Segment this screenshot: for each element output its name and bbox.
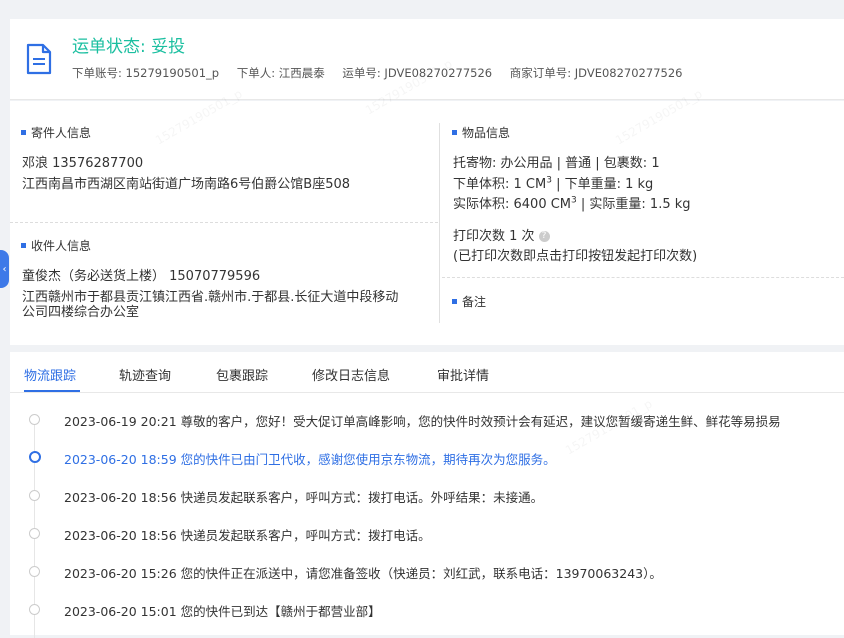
- waybill-number: 运单号: JDVE08270277526: [342, 66, 493, 80]
- waybill-header: 运单状态: 妥投 下单账号: 15279190501_p 下单人: 江西晨泰 运…: [10, 19, 844, 100]
- timeline-dot: [29, 528, 40, 539]
- divider: [10, 222, 438, 223]
- timeline-entry: 2023-06-19 20:21 尊敬的客户，您好！受大促订单高峰影响，您的快件…: [64, 414, 781, 429]
- orderer-name: 下单人: 江西晨泰: [236, 66, 325, 80]
- sender-address: 江西南昌市西湖区南站街道广场南路6号伯爵公馆B座508: [22, 177, 351, 192]
- tracking-panel: 物流跟踪 轨迹查询 包裹跟踪 修改日志信息 审批详情 2023-06-19 20…: [10, 352, 844, 638]
- timeline-dot: [29, 604, 40, 615]
- divider: [442, 277, 844, 278]
- waybill-meta: 下单账号: 15279190501_p 下单人: 江西晨泰 运单号: JDVE0…: [72, 65, 696, 81]
- timeline-dot-active: [29, 451, 41, 463]
- help-icon[interactable]: ?: [538, 231, 550, 242]
- timeline-entry: 2023-06-20 15:26 您的快件正在派送中，请您准备签收（快递员：刘红…: [64, 566, 662, 581]
- collapse-sidebar-button[interactable]: ‹: [0, 250, 9, 288]
- tab-trajectory-query[interactable]: 轨迹查询: [119, 365, 171, 384]
- remark-section-title: 备注: [452, 293, 486, 310]
- timeline-entry: 2023-06-20 18:56 快递员发起联系客户，呼叫方式：拨打电话。外呼结…: [64, 490, 544, 505]
- merchant-order-number: 商家订单号: JDVE08270277526: [509, 66, 683, 80]
- receiver-section-title: 收件人信息: [21, 237, 91, 254]
- tab-modify-log[interactable]: 修改日志信息: [312, 365, 390, 384]
- chevron-left-icon: ‹: [2, 263, 7, 275]
- tab-bar: 物流跟踪 轨迹查询 包裹跟踪 修改日志信息 审批详情: [10, 352, 844, 393]
- timeline-dot: [29, 566, 40, 577]
- account-number: 下单账号: 15279190501_p: [72, 66, 220, 80]
- receiver-name-phone: 童俊杰（务必送货上楼） 15070779596: [22, 269, 261, 284]
- waybill-status: 运单状态: 妥投: [72, 37, 186, 57]
- goods-consign: 托寄物: 办公用品 | 普通 | 包裹数: 1: [453, 156, 660, 171]
- timeline-entry-latest: 2023-06-20 18:59 您的快件已由门卫代收，感谢您使用京东物流，期待…: [64, 452, 556, 467]
- shipment-info-panel: 寄件人信息 邓浪 13576287700 江西南昌市西湖区南站街道广场南路6号伯…: [10, 101, 844, 345]
- active-tab-indicator: [24, 390, 80, 392]
- sender-name-phone: 邓浪 13576287700: [22, 156, 144, 171]
- receiver-address-line2: 公司四楼综合办公室: [22, 305, 140, 320]
- tab-logistics-tracking[interactable]: 物流跟踪: [24, 365, 76, 384]
- print-note: (已打印次数即点击打印按钮发起打印次数): [453, 249, 698, 264]
- sender-section-title: 寄件人信息: [21, 124, 91, 141]
- vertical-divider: [439, 123, 440, 323]
- goods-actual-volume: 实际体积: 6400 CM3 | 实际重量: 1.5 kg: [453, 195, 691, 212]
- print-count: 打印次数 1 次?: [453, 225, 550, 244]
- tab-package-tracking[interactable]: 包裹跟踪: [216, 365, 268, 384]
- timeline-entry: 2023-06-20 18:56 快递员发起联系客户，呼叫方式：拨打电话。: [64, 528, 431, 543]
- timeline-entry: 2023-06-20 15:01 您的快件已到达【赣州于都营业部】: [64, 604, 381, 619]
- goods-order-volume: 下单体积: 1 CM3 | 下单重量: 1 kg: [453, 175, 654, 192]
- timeline-dot: [29, 414, 40, 425]
- tab-approval-details[interactable]: 审批详情: [437, 365, 489, 384]
- timeline-dot: [29, 490, 40, 501]
- goods-section-title: 物品信息: [452, 124, 510, 141]
- document-icon: [26, 43, 52, 75]
